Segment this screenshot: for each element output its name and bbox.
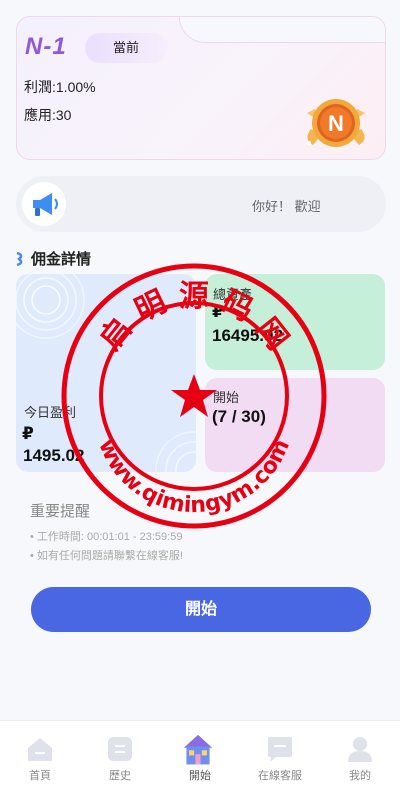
total-assets-label: 總資產	[213, 287, 253, 302]
start-icon	[183, 734, 213, 765]
section-title: 佣金詳情	[16, 248, 91, 269]
current-level-badge: 當前	[85, 33, 167, 63]
tab-home[interactable]: 首頁	[0, 721, 80, 788]
tab-label: 歷史	[109, 770, 131, 782]
start-progress-label: 開始	[213, 390, 240, 405]
medal-letter: N	[328, 111, 344, 136]
commission-title: 佣金詳情	[31, 251, 92, 268]
level-card: N-1 當前 利潤:1.00% 應用:30 N	[16, 16, 386, 160]
today-profit-label: 今日盈利	[24, 405, 77, 420]
total-assets-value: 16495.02	[212, 326, 283, 345]
tab-profile[interactable]: 我的	[320, 721, 400, 788]
tab-label: 在線客服	[258, 770, 302, 782]
start-button[interactable]: 開始	[31, 587, 371, 632]
welcome-message: 你好！ 歡迎	[252, 199, 321, 214]
tab-history[interactable]: 歷史	[80, 721, 160, 788]
title-mark-icon	[16, 251, 24, 266]
support-icon	[268, 737, 292, 762]
start-progress-tile: 開始 (7 / 30)	[205, 378, 385, 472]
decor-arcs	[155, 431, 196, 472]
work-hours-note: • 工作時間: 00:01:01 - 23:59:59	[30, 531, 183, 543]
today-profit-currency: ₽	[22, 424, 34, 443]
history-icon	[108, 737, 132, 761]
bottom-tab-bar: 首頁 歷史 開始 在線客服 我的	[0, 720, 400, 788]
tab-start[interactable]: 開始	[160, 721, 240, 788]
total-assets-tile: 總資產 ₽ 16495.02	[205, 274, 385, 370]
start-progress-value: (7 / 30)	[212, 407, 266, 426]
profit-rate: 利潤:1.00%	[24, 79, 96, 95]
usage-count: 應用:30	[24, 107, 72, 123]
medal-icon: N	[307, 99, 365, 147]
tab-support[interactable]: 在線客服	[240, 721, 320, 788]
decor-circles	[16, 274, 85, 339]
tab-label: 我的	[349, 770, 371, 782]
announcement-bar[interactable]: 你好！ 歡迎	[16, 176, 386, 232]
today-profit-value: 1495.02	[23, 446, 85, 465]
today-profit-tile: 今日盈利 ₽ 1495.02	[16, 274, 196, 472]
tab-label: 首頁	[29, 770, 51, 782]
megaphone-icon	[22, 182, 66, 226]
tab-label: 開始	[189, 770, 211, 782]
reminder-title: 重要提醒	[30, 503, 91, 520]
profile-icon	[348, 737, 372, 762]
level-name: N-1	[25, 33, 67, 60]
card-notch	[179, 17, 385, 43]
home-icon	[28, 738, 52, 761]
total-assets-currency: ₽	[212, 302, 224, 321]
support-note: • 如有任何問題請聯繫在線客服!	[30, 550, 183, 562]
